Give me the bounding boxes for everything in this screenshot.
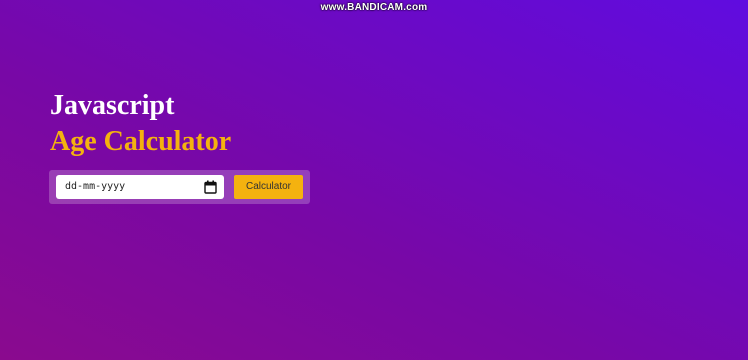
calculate-button[interactable]: Calculator (234, 175, 303, 199)
birthdate-input[interactable]: dd-mm-yyyy (56, 175, 224, 199)
age-form: dd-mm-yyyy Calculator (49, 170, 310, 204)
date-placeholder: dd-mm-yyyy (65, 181, 126, 192)
bandicam-watermark: www.BANDICAM.com (320, 2, 428, 13)
page-subtitle: Age Calculator (50, 126, 232, 157)
calendar-icon[interactable] (204, 180, 217, 194)
page-title: Javascript (50, 90, 175, 121)
